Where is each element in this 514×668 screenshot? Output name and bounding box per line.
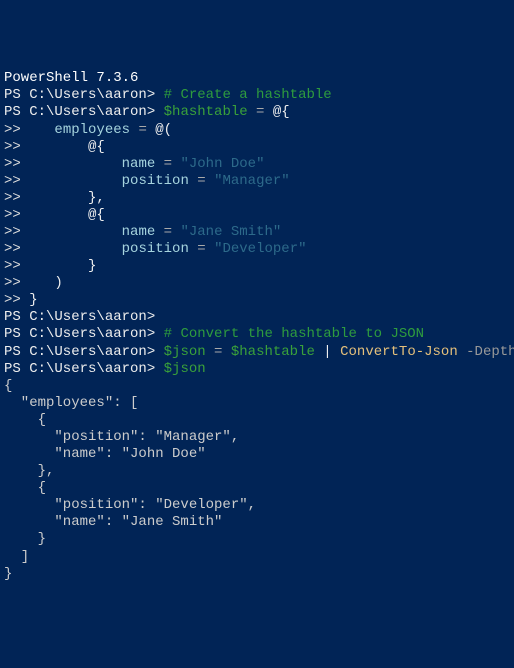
operator: = <box>206 344 231 360</box>
continuation: >> <box>4 241 21 257</box>
string-manager: "Manager" <box>214 173 290 189</box>
property-name: name <box>122 156 156 172</box>
operator: = <box>130 122 155 138</box>
literal: } <box>88 258 96 274</box>
indent <box>21 122 55 138</box>
json-output: } <box>4 566 12 582</box>
literal: @( <box>155 122 172 138</box>
indent <box>21 275 55 291</box>
literal: } <box>29 292 37 308</box>
prompt: PS C:\Users\aaron> <box>4 309 155 325</box>
continuation: >> <box>4 173 21 189</box>
json-output: { <box>4 480 46 496</box>
prompt: PS C:\Users\aaron> <box>4 344 155 360</box>
json-output: }, <box>4 463 54 479</box>
operator: = <box>248 104 273 120</box>
indent <box>21 156 122 172</box>
operator: = <box>189 241 214 257</box>
json-output: "position": "Developer", <box>4 497 256 513</box>
indent <box>21 258 88 274</box>
continuation: >> <box>4 224 21 240</box>
json-output: { <box>4 378 12 394</box>
string-jane-smith: "Jane Smith" <box>180 224 281 240</box>
comment: # Convert the hashtable to JSON <box>164 326 424 342</box>
indent <box>21 173 122 189</box>
prompt: PS C:\Users\aaron> <box>4 326 155 342</box>
continuation: >> <box>4 190 21 206</box>
variable-json: $json <box>164 344 206 360</box>
continuation: >> <box>4 139 21 155</box>
json-output: "name": "Jane Smith" <box>4 514 222 530</box>
operator: = <box>189 173 214 189</box>
prompt: PS C:\Users\aaron> <box>4 361 155 377</box>
prompt: PS C:\Users\aaron> <box>4 87 155 103</box>
indent <box>21 241 122 257</box>
pipe-operator: | <box>315 344 340 360</box>
json-output: "position": "Manager", <box>4 429 239 445</box>
continuation: >> <box>4 122 21 138</box>
property-position: position <box>122 241 189 257</box>
indent <box>21 190 88 206</box>
continuation: >> <box>4 258 21 274</box>
json-output: { <box>4 412 46 428</box>
continuation: >> <box>4 275 21 291</box>
continuation: >> <box>4 156 21 172</box>
literal: }, <box>88 190 105 206</box>
json-output: "employees": [ <box>4 395 138 411</box>
literal: ) <box>54 275 62 291</box>
json-output: } <box>4 531 46 547</box>
operator: = <box>155 156 180 172</box>
terminal[interactable]: PowerShell 7.3.6 PS C:\Users\aaron> # Cr… <box>4 70 510 582</box>
variable-json: $json <box>164 361 206 377</box>
prompt: PS C:\Users\aaron> <box>4 104 155 120</box>
literal: @{ <box>88 207 105 223</box>
property-position: position <box>122 173 189 189</box>
variable-hashtable: $hashtable <box>231 344 315 360</box>
comment: # Create a hashtable <box>164 87 332 103</box>
literal: @{ <box>88 139 105 155</box>
continuation: >> <box>4 292 21 308</box>
literal: @{ <box>273 104 290 120</box>
json-output: ] <box>4 549 29 565</box>
continuation: >> <box>4 207 21 223</box>
indent <box>21 139 88 155</box>
string-john-doe: "John Doe" <box>180 156 264 172</box>
terminal-title: PowerShell 7.3.6 <box>4 70 138 86</box>
cmdlet-convertto-json: ConvertTo-Json <box>340 344 458 360</box>
variable-hashtable: $hashtable <box>164 104 248 120</box>
property-employees: employees <box>54 122 130 138</box>
property-name: name <box>122 224 156 240</box>
indent <box>21 224 122 240</box>
param-depth: -Depth <box>458 344 514 360</box>
indent <box>21 207 88 223</box>
string-developer: "Developer" <box>214 241 306 257</box>
json-output: "name": "John Doe" <box>4 446 206 462</box>
operator: = <box>155 224 180 240</box>
